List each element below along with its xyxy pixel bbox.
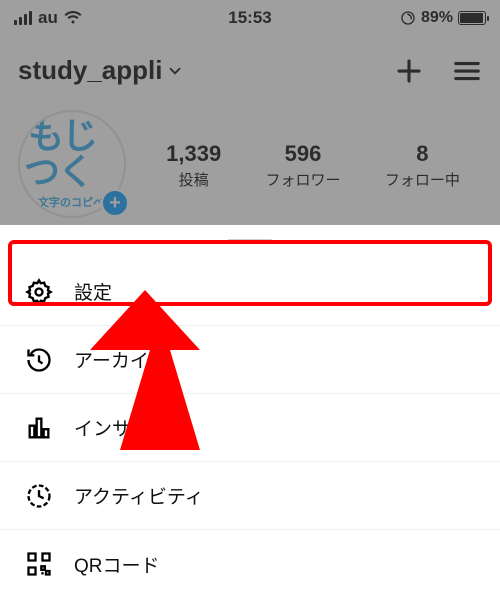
menu-label: 設定 [74,278,112,305]
gear-icon [24,277,54,307]
stat-posts[interactable]: 1,339 投稿 [166,141,221,190]
carrier-label: au [38,8,58,28]
chevron-down-icon [166,62,184,80]
profile-stats: もじ つく 文字のコピペ + 1,339 投稿 596 フォロワー 8 フォロー… [0,110,500,220]
stat-label: フォロワー [266,169,341,190]
stat-value: 596 [266,141,341,167]
activity-icon [24,481,54,511]
orientation-lock-icon [400,10,416,26]
avatar-subtext: 文字のコピペ [38,194,104,210]
username: study_appli [18,55,162,86]
bottom-sheet: 設定 アーカイブ インサイト アクティビティ QRコード [0,225,500,605]
profile-header: study_appli [0,45,500,96]
battery-icon [458,11,486,25]
signal-icon [14,11,32,25]
menu-item-insights[interactable]: インサイト [0,394,500,462]
sheet-handle[interactable] [227,239,273,244]
menu-icon[interactable] [452,56,482,86]
stat-followers[interactable]: 596 フォロワー [266,141,341,190]
stat-following[interactable]: 8 フォロー中 [385,141,460,190]
stat-label: 投稿 [166,169,221,190]
wifi-icon [64,11,82,25]
stat-value: 1,339 [166,141,221,167]
create-icon[interactable] [394,56,424,86]
avatar-text-2: つく [24,154,92,190]
clock: 15:53 [228,8,271,28]
avatar-text-1: もじ [28,118,96,154]
menu-label: インサイト [74,414,169,441]
menu-label: アクティビティ [74,482,204,509]
menu-item-archive[interactable]: アーカイブ [0,326,500,394]
stat-value: 8 [385,141,460,167]
chart-icon [24,413,54,443]
menu-item-settings[interactable]: 設定 [0,258,500,326]
add-story-icon[interactable]: + [100,188,130,218]
account-switcher[interactable]: study_appli [18,55,184,86]
menu-item-activity[interactable]: アクティビティ [0,462,500,530]
qr-icon [24,549,54,579]
menu-item-qr[interactable]: QRコード [0,530,500,598]
battery-pct: 89% [421,9,453,27]
menu-label: QRコード [74,551,160,578]
history-icon [24,345,54,375]
menu-label: アーカイブ [74,346,168,373]
status-bar: au 15:53 89% [0,0,500,36]
stat-label: フォロー中 [385,169,460,190]
avatar-wrap[interactable]: もじ つく 文字のコピペ + [18,110,128,220]
